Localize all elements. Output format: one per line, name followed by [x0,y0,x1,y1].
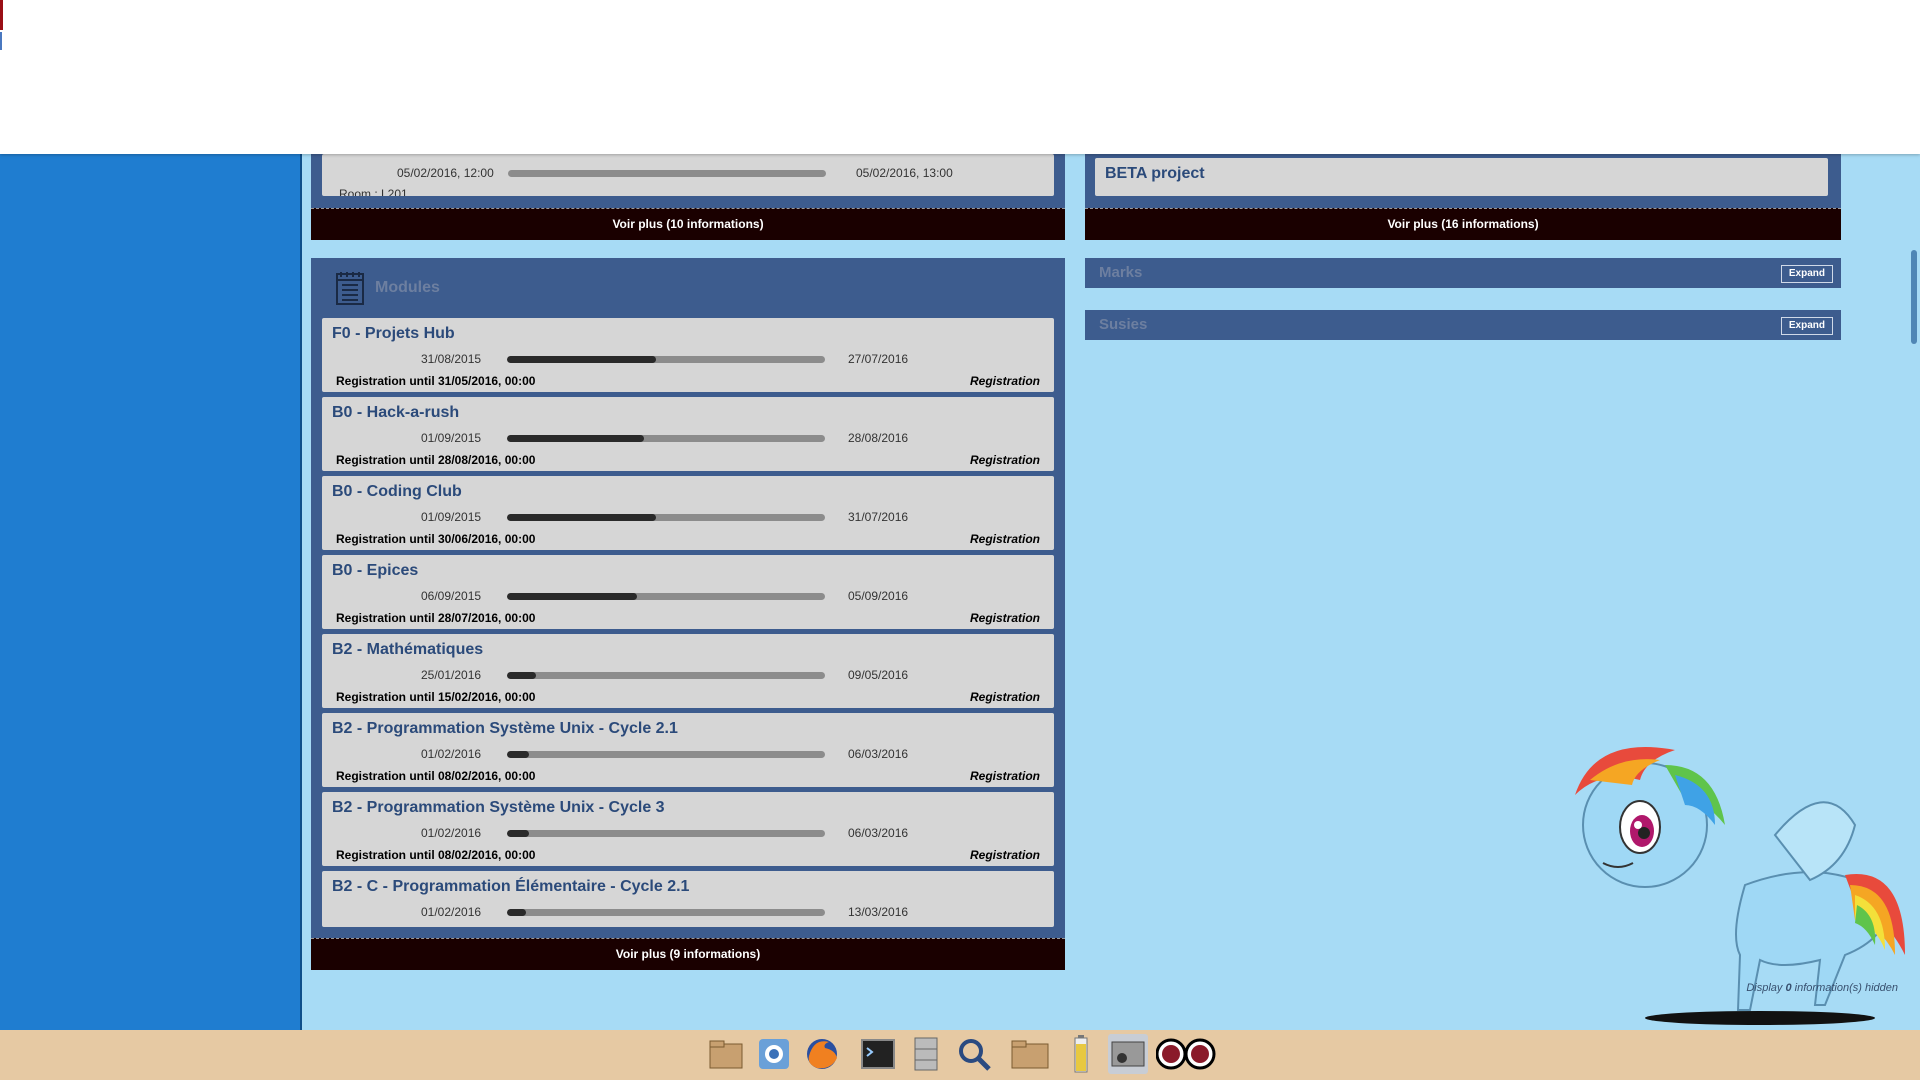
activity-room: Room : L201 [339,187,408,196]
module-end-date: 05/09/2016 [848,589,909,603]
module-registration-deadline: Registration until 28/07/2016, 00:00 [336,611,536,625]
module-end-date: 31/07/2016 [848,510,909,524]
susies-panel: Susies Expand [1085,310,1841,340]
right-more-button[interactable]: Voir plus (16 informations) [1085,208,1841,240]
module-registration-link[interactable]: Registration [970,611,1040,625]
project-card[interactable]: BETA project [1095,158,1828,196]
top-bar-blue-mark [0,32,2,50]
module-title[interactable]: B0 - Coding Club [332,483,462,501]
modules-more-button[interactable]: Voir plus (9 informations) [311,938,1065,970]
module-start-date: 25/01/2016 [421,668,482,682]
marks-title: Marks [1099,264,1143,281]
module-progress-bar [507,356,825,363]
module-start-date: 01/02/2016 [421,905,482,919]
module-card[interactable]: B2 - Mathématiques 25/01/2016 09/05/2016 Re… [322,634,1054,708]
module-start-date: 31/08/2015 [421,352,482,366]
module-registration-deadline: Registration until 28/08/2016, 00:00 [336,453,536,467]
folder-icon[interactable] [1010,1034,1050,1074]
page-scrollbar-thumb[interactable] [1911,250,1917,344]
module-title[interactable]: F0 - Projets Hub [332,325,455,343]
project-title: BETA project [1105,165,1205,182]
screenshot-icon[interactable] [1108,1034,1148,1074]
module-card[interactable]: F0 - Projets Hub 31/08/2015 27/07/2016 Regi… [322,318,1054,392]
activity-card[interactable]: 05/02/2016, 12:00 05/02/2016, 13:00 Room… [322,154,1054,196]
firefox-icon[interactable] [802,1034,842,1074]
search-icon[interactable] [954,1034,994,1074]
module-start-date: 01/02/2016 [421,747,482,761]
module-registration-link[interactable]: Registration [970,848,1040,862]
module-card[interactable]: B2 - Programmation Système Unix - Cycle … [322,713,1054,787]
module-title[interactable]: B2 - Programmation Système Unix - Cycle … [332,799,665,817]
module-end-date: 13/03/2016 [848,905,909,919]
module-title[interactable]: B2 - Programmation Système Unix - Cycle … [332,720,678,738]
left-more-button[interactable]: Voir plus (10 informations) [311,208,1065,240]
module-registration-link[interactable]: Registration [970,769,1040,783]
hidden-info-footnote: Display 0 information(s) hidden [1746,982,1898,994]
module-registration-link[interactable]: Registration [970,374,1040,388]
marks-panel: Marks Expand [1085,258,1841,288]
module-start-date: 06/09/2015 [421,589,482,603]
module-progress-bar [507,593,825,600]
module-start-date: 01/09/2015 [421,510,482,524]
footnote-prefix: Display [1746,982,1786,994]
module-title[interactable]: B2 - Mathématiques [332,641,483,659]
module-progress-bar [507,514,825,521]
module-registration-deadline: Registration until 30/06/2016, 00:00 [336,532,536,546]
activity-end-date: 05/02/2016, 13:00 [856,166,953,180]
module-progress-bar [507,909,825,916]
module-registration-deadline: Registration until 08/02/2016, 00:00 [336,769,536,783]
browser-top-bar [0,0,1920,154]
module-card[interactable]: B0 - Coding Club 01/09/2015 31/07/2016 Regi… [322,476,1054,550]
eyes-icon[interactable] [1156,1034,1216,1074]
modules-panel: Modules F0 - Projets Hub 31/08/2015 27/07/… [311,258,1065,938]
module-end-date: 28/08/2016 [848,431,909,445]
module-card[interactable]: B2 - Programmation Système Unix - Cycle … [322,792,1054,866]
module-registration-deadline: Registration until 31/05/2016, 00:00 [336,374,536,388]
activity-progress-bar [508,170,826,177]
file-cabinet-icon[interactable] [906,1034,946,1074]
module-registration-deadline: Registration until 08/02/2016, 00:00 [336,848,536,862]
module-title[interactable]: B0 - Epices [332,562,418,580]
module-title[interactable]: B0 - Hack-a-rush [332,404,459,422]
module-progress-bar [507,435,825,442]
terminal-icon[interactable] [858,1034,898,1074]
module-registration-link[interactable]: Registration [970,453,1040,467]
module-card[interactable]: B0 - Hack-a-rush 01/09/2015 28/08/2016 Regi… [322,397,1054,471]
activity-start-date: 05/02/2016, 12:00 [397,166,494,180]
footnote-suffix: information(s) hidden [1791,982,1898,994]
projects-panel: BETA project [1085,154,1841,208]
top-bar-red-mark [0,0,3,30]
chromium-icon[interactable] [754,1034,794,1074]
modules-title: Modules [375,279,440,296]
module-end-date: 06/03/2016 [848,826,909,840]
battery-icon[interactable] [1060,1034,1100,1074]
module-end-date: 27/07/2016 [848,352,909,366]
susies-expand-button[interactable]: Expand [1780,317,1833,335]
activities-panel: 05/02/2016, 12:00 05/02/2016, 13:00 Room… [311,154,1065,208]
module-start-date: 01/02/2016 [421,826,482,840]
module-progress-bar [507,672,825,679]
marks-expand-button[interactable]: Expand [1780,265,1833,283]
module-registration-link[interactable]: Registration [970,690,1040,704]
module-end-date: 06/03/2016 [848,747,909,761]
modules-list-icon [335,270,365,311]
module-progress-bar [507,751,825,758]
module-registration-link[interactable]: Registration [970,532,1040,546]
home-folder-icon[interactable] [706,1034,746,1074]
module-registration-deadline: Registration until 15/02/2016, 00:00 [336,690,536,704]
module-start-date: 01/09/2015 [421,431,482,445]
sidebar [0,154,302,1030]
module-end-date: 09/05/2016 [848,668,909,682]
module-card[interactable]: B2 - C - Programmation Élémentaire - Cyc… [322,871,1054,927]
module-progress-bar [507,830,825,837]
module-title[interactable]: B2 - C - Programmation Élémentaire - Cyc… [332,878,689,896]
module-card[interactable]: B0 - Epices 06/09/2015 05/09/2016 Registrat… [322,555,1054,629]
susies-title: Susies [1099,316,1148,333]
